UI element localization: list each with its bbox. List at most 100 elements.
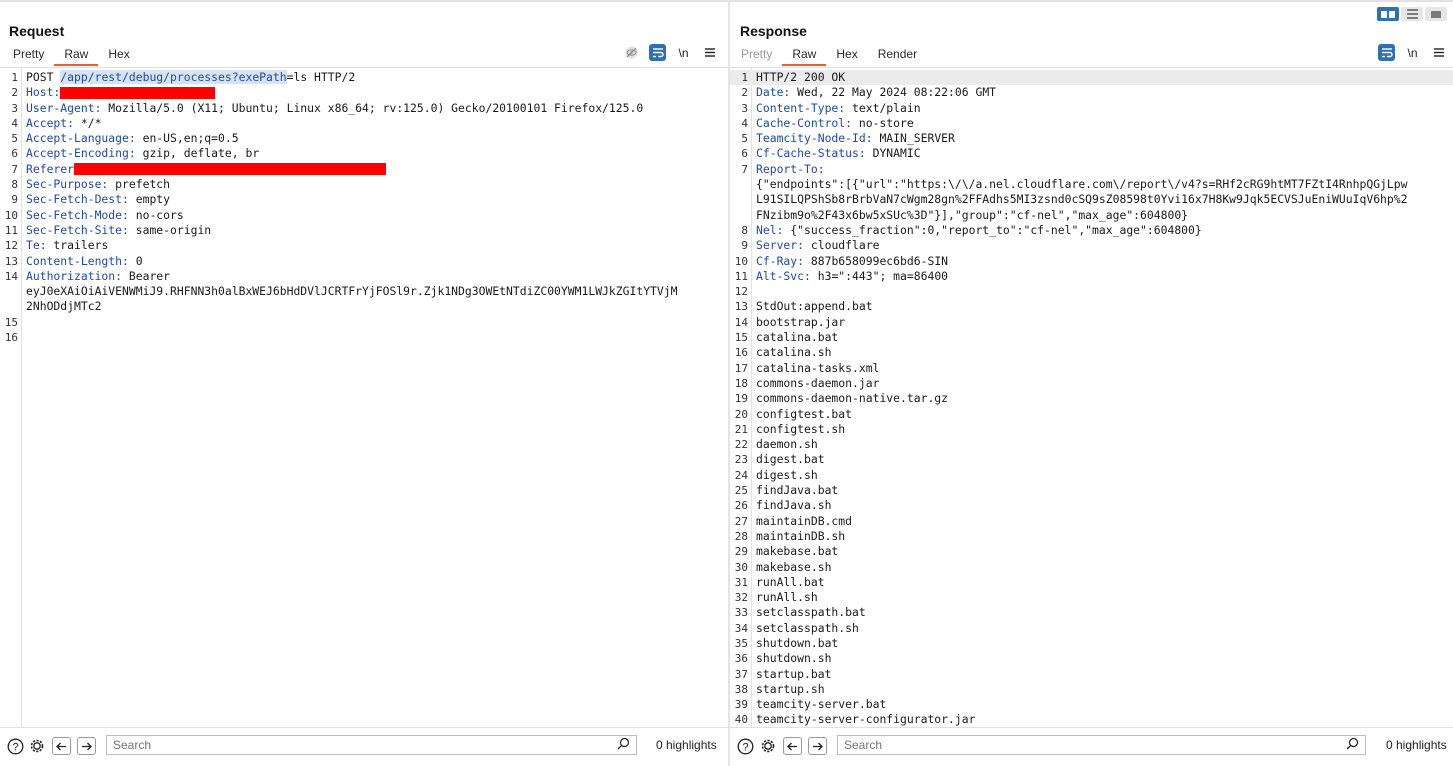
code-line: 24 digest.sh bbox=[730, 468, 1453, 483]
code-line: 15 bbox=[0, 315, 728, 330]
line-segment: runAll.bat bbox=[756, 574, 825, 589]
line-number: 19 bbox=[734, 392, 748, 406]
line-text: teamcity-server.bat bbox=[756, 697, 886, 712]
response-tab-render[interactable]: Render bbox=[868, 45, 927, 64]
request-toolbar: \n bbox=[623, 44, 718, 61]
line-segment: configtest.sh bbox=[756, 421, 846, 436]
line-segment: startup.bat bbox=[756, 666, 832, 681]
line-segment: digest.bat bbox=[756, 452, 825, 467]
settings-gear-icon[interactable] bbox=[758, 736, 778, 756]
line-number: 4 bbox=[741, 116, 748, 130]
request-editor[interactable]: 1 POST /app/rest/debug/processes?exePath=… bbox=[0, 67, 728, 728]
back-arrow-icon[interactable] bbox=[51, 736, 71, 756]
line-segment: POST bbox=[26, 70, 61, 84]
hide-nonprintable-icon[interactable] bbox=[623, 44, 640, 61]
code-line: 12 Te: trailers bbox=[0, 238, 728, 253]
line-segment: no-store bbox=[852, 115, 914, 130]
line-segment: startup.sh bbox=[756, 681, 825, 696]
forward-arrow-icon[interactable] bbox=[807, 736, 827, 756]
search-icon[interactable] bbox=[1346, 737, 1359, 755]
pane-menu-icon[interactable] bbox=[701, 44, 718, 61]
code-line: 17 catalina-tasks.xml bbox=[730, 361, 1453, 376]
line-text: catalina.bat bbox=[756, 330, 838, 345]
line-text: Content-Length: 0 bbox=[26, 254, 143, 269]
line-number: 36 bbox=[734, 652, 748, 666]
line-text: Sec-Fetch-Dest: empty bbox=[26, 192, 170, 207]
code-line: 1 HTTP/2 200 OK bbox=[730, 70, 1453, 86]
response-editor[interactable]: 1 HTTP/2 200 OK 2 Date: Wed, 22 May 2024 08… bbox=[730, 67, 1453, 728]
header-name: Date: bbox=[756, 85, 791, 100]
line-segment: maintainDB.sh bbox=[756, 528, 846, 543]
line-number: 11 bbox=[4, 223, 18, 237]
line-segment: text/plain bbox=[845, 100, 921, 115]
request-tab-hex[interactable]: Hex bbox=[98, 45, 139, 64]
code-line: 26 findJava.sh bbox=[730, 498, 1453, 513]
header-name: Content-Type: bbox=[756, 100, 846, 115]
line-segment: {"success_fraction":0,"report_to":"cf-ne… bbox=[783, 222, 1202, 237]
pane-menu-icon[interactable] bbox=[1430, 44, 1447, 61]
header-name: Nel: bbox=[756, 222, 784, 237]
line-text: Accept: */* bbox=[26, 116, 101, 131]
response-tab-pretty[interactable]: Pretty bbox=[731, 45, 782, 64]
word-wrap-icon[interactable] bbox=[649, 44, 666, 61]
line-number: 3 bbox=[741, 101, 748, 115]
request-title: Request bbox=[9, 23, 65, 39]
line-segment: catalina.bat bbox=[756, 330, 839, 345]
search-icon[interactable] bbox=[617, 737, 630, 755]
line-number: 5 bbox=[741, 132, 748, 146]
line-number: 40 bbox=[734, 713, 748, 727]
line-number: 1 bbox=[741, 71, 748, 84]
wrapped-line-continuation: 2NhODdjMTc2 bbox=[26, 299, 102, 314]
newline-icon[interactable]: \n bbox=[675, 44, 692, 61]
line-number: 1 bbox=[11, 71, 18, 84]
line-text: findJava.bat bbox=[756, 483, 838, 498]
line-number: 12 bbox=[734, 285, 748, 299]
line-text: shutdown.sh bbox=[756, 651, 831, 666]
svg-text:?: ? bbox=[12, 741, 18, 753]
line-number: 13 bbox=[734, 300, 748, 314]
settings-gear-icon[interactable] bbox=[27, 736, 47, 756]
line-segment: prefetch bbox=[108, 177, 171, 192]
code-line: 2 Host: bbox=[0, 85, 728, 100]
line-segment: DYNAMIC bbox=[865, 146, 921, 161]
line-segment: teamcity-server.bat bbox=[756, 697, 887, 712]
code-line: 38 startup.sh bbox=[730, 682, 1453, 697]
line-number: 32 bbox=[734, 591, 748, 605]
request-tabs: Pretty Raw Hex bbox=[3, 45, 140, 66]
line-text: maintainDB.cmd bbox=[756, 514, 852, 529]
code-line: 34 setclasspath.sh bbox=[730, 621, 1453, 636]
code-line: 7 Referer bbox=[0, 162, 728, 177]
line-number: 2 bbox=[11, 86, 18, 100]
request-search-input[interactable] bbox=[107, 736, 569, 754]
line-text: HTTP/2 200 OK bbox=[756, 70, 845, 85]
response-tab-raw[interactable]: Raw bbox=[782, 45, 827, 66]
response-search-input[interactable] bbox=[838, 736, 1298, 754]
line-segment: shutdown.bat bbox=[756, 635, 839, 650]
line-segment: catalina-tasks.xml bbox=[756, 360, 880, 375]
header-name: Alt-Svc: bbox=[756, 268, 811, 283]
request-tab-pretty[interactable]: Pretty bbox=[3, 45, 54, 64]
line-number: 6 bbox=[11, 147, 18, 161]
word-wrap-icon[interactable] bbox=[1378, 44, 1395, 61]
line-number: 26 bbox=[734, 499, 748, 513]
line-segment: MAIN_SERVER bbox=[872, 131, 955, 146]
newline-icon[interactable]: \n bbox=[1404, 44, 1421, 61]
forward-arrow-icon[interactable] bbox=[76, 736, 96, 756]
header-name: Host: bbox=[26, 85, 61, 100]
line-text: teamcity-server-configurator.jar bbox=[756, 712, 975, 727]
line-segment: /app/rest/debug/processes?exePath bbox=[60, 70, 287, 84]
code-line: 40 teamcity-server-configurator.jar bbox=[730, 712, 1453, 727]
help-icon[interactable]: ? bbox=[735, 736, 755, 756]
code-line: 8 Sec-Purpose: prefetch bbox=[0, 177, 728, 192]
code-line: 16 catalina.sh bbox=[730, 345, 1453, 360]
line-segment: findJava.sh bbox=[756, 498, 832, 513]
redaction-block bbox=[74, 163, 387, 176]
request-tab-raw[interactable]: Raw bbox=[54, 45, 99, 66]
header-name: Accept-Language: bbox=[26, 131, 136, 146]
response-tab-hex[interactable]: Hex bbox=[826, 45, 867, 64]
line-number: 27 bbox=[734, 514, 748, 528]
help-icon[interactable]: ? bbox=[5, 736, 25, 756]
back-arrow-icon[interactable] bbox=[782, 736, 802, 756]
code-line: 36 shutdown.sh bbox=[730, 651, 1453, 666]
line-number: 37 bbox=[734, 667, 748, 681]
